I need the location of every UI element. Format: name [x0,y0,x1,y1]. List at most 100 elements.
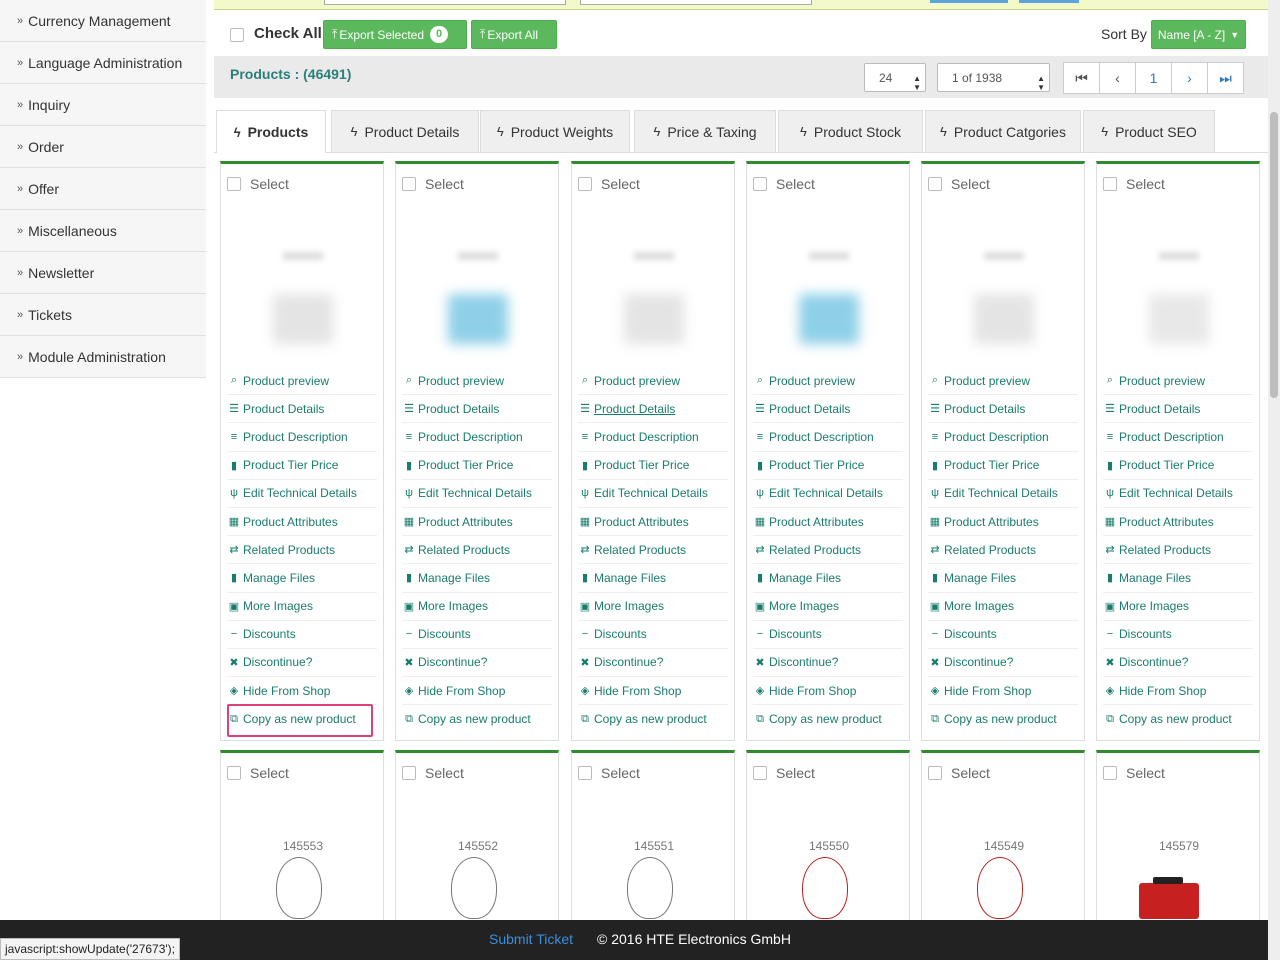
card-action-link[interactable]: ✖ Discontinue? [1103,649,1253,678]
card-action-link[interactable]: ◈ Hide From Shop [1103,677,1253,706]
card-action-link[interactable]: ☰ Product Details [227,395,377,424]
select-checkbox[interactable] [1103,177,1117,191]
sidebar-item[interactable]: » Currency Management [0,0,206,42]
card-action-link[interactable]: ⇄ Related Products [227,536,377,565]
card-action-link[interactable]: ⇄ Related Products [402,536,552,565]
card-action-link[interactable]: − Discounts [227,621,377,649]
first-page-button[interactable]: ⏮ [1063,62,1100,94]
page-number[interactable]: 1 [1135,62,1172,94]
card-action-link[interactable]: ⌕ Product preview [227,367,377,396]
card-action-link[interactable]: ▮ Product Tier Price [1103,452,1253,480]
card-action-link[interactable]: ▣ More Images [227,593,377,621]
card-action-link[interactable]: ◈ Hide From Shop [402,677,552,706]
select-checkbox[interactable] [753,177,767,191]
card-action-link[interactable]: ▣ More Images [578,593,728,621]
filter-input-2[interactable] [580,0,812,5]
card-action-link[interactable]: ▮ Product Tier Price [578,452,728,480]
card-action-link[interactable]: ⌕ Product preview [1103,367,1253,396]
card-action-link[interactable]: ▦ Product Attributes [402,508,552,537]
sidebar-item[interactable]: » Newsletter [0,252,206,294]
card-action-link[interactable]: ψ Edit Technical Details [578,480,728,508]
card-action-link[interactable]: ▦ Product Attributes [753,508,903,537]
select-checkbox[interactable] [1103,766,1117,780]
card-action-link[interactable]: ⇄ Related Products [753,536,903,565]
card-action-link[interactable]: ≡ Product Description [402,423,552,452]
sort-dropdown[interactable]: Name [A - Z] ▼ [1151,20,1246,49]
card-action-link[interactable]: ▮ Product Tier Price [928,452,1078,480]
tab[interactable]: ϟ Product Details [331,110,479,152]
card-action-link[interactable]: ▦ Product Attributes [1103,508,1253,537]
card-action-link[interactable]: ≡ Product Description [753,423,903,452]
check-all-checkbox[interactable] [230,28,244,42]
card-action-link[interactable]: ⌕ Product preview [753,367,903,396]
card-action-link[interactable]: ▦ Product Attributes [928,508,1078,537]
sidebar-item[interactable]: » Language Administration [0,42,206,84]
card-action-link[interactable]: ☰ Product Details [753,395,903,424]
prev-page-button[interactable]: ‹ [1099,62,1136,94]
card-action-link[interactable]: ≡ Product Description [1103,423,1253,452]
card-action-link[interactable]: ◈ Hide From Shop [578,677,728,706]
card-action-link[interactable]: ▣ More Images [402,593,552,621]
tab[interactable]: ϟ Product SEO [1083,110,1215,152]
card-action-link[interactable]: ▮ Product Tier Price [402,452,552,480]
card-action-link[interactable]: − Discounts [578,621,728,649]
card-action-link[interactable]: ⧉ Copy as new product [753,705,903,733]
card-action-link[interactable]: ⧉ Copy as new product [1103,705,1253,733]
card-action-link[interactable]: ▮ Product Tier Price [753,452,903,480]
card-action-link[interactable]: ◈ Hide From Shop [227,677,377,706]
card-action-link[interactable]: ▮ Manage Files [578,564,728,593]
card-action-link[interactable]: ◈ Hide From Shop [753,677,903,706]
select-checkbox[interactable] [928,766,942,780]
card-action-link[interactable]: ψ Edit Technical Details [1103,480,1253,508]
select-checkbox[interactable] [578,177,592,191]
card-action-link[interactable]: ⌕ Product preview [928,367,1078,396]
card-action-link[interactable]: ⧉ Copy as new product [578,705,728,733]
tab[interactable]: ϟ Price & Taxing [634,110,776,152]
card-action-link[interactable]: ⌕ Product preview [578,367,728,396]
sidebar-item[interactable]: » Tickets [0,294,206,336]
card-action-link[interactable]: ▣ More Images [753,593,903,621]
card-action-link[interactable]: ▣ More Images [928,593,1078,621]
card-action-link[interactable]: ⇄ Related Products [1103,536,1253,565]
card-action-link[interactable]: ≡ Product Description [928,423,1078,452]
filter-button-1[interactable] [930,0,1008,3]
card-action-link[interactable]: ≡ Product Description [227,423,377,452]
card-action-link[interactable]: ▮ Manage Files [753,564,903,593]
tab[interactable]: ϟ Products [216,110,326,153]
sidebar-item[interactable]: » Order [0,126,206,168]
card-action-link[interactable]: ▣ More Images [1103,593,1253,621]
card-action-link[interactable]: ≡ Product Description [578,423,728,452]
last-page-button[interactable]: ⏭ [1207,62,1244,94]
scrollbar-thumb[interactable] [1270,112,1278,398]
export-selected-button[interactable]: ⤒ Export Selected 0 [323,20,467,49]
card-action-link[interactable]: ☰ Product Details [1103,395,1253,424]
sidebar-item[interactable]: » Inquiry [0,84,206,126]
card-action-link[interactable]: ⇄ Related Products [578,536,728,565]
card-action-link[interactable]: ψ Edit Technical Details [402,480,552,508]
card-action-link[interactable]: ▮ Manage Files [928,564,1078,593]
card-action-link[interactable]: ✖ Discontinue? [578,649,728,678]
tab[interactable]: ϟ Product Stock [778,110,923,152]
tab[interactable]: ϟ Product Weights [480,110,630,152]
card-action-link[interactable]: ψ Edit Technical Details [928,480,1078,508]
submit-ticket-link[interactable]: Submit Ticket [489,931,573,947]
card-action-link[interactable]: ▮ Manage Files [227,564,377,593]
card-action-link[interactable]: ✖ Discontinue? [227,649,377,678]
card-action-link[interactable]: ▮ Product Tier Price [227,452,377,480]
card-action-link[interactable]: ▦ Product Attributes [227,508,377,537]
card-action-link[interactable]: ψ Edit Technical Details [753,480,903,508]
sidebar-item[interactable]: » Miscellaneous [0,210,206,252]
page-select[interactable]: 1 of 1938 ▲ ▼ [937,63,1050,92]
card-action-link[interactable]: ◈ Hide From Shop [928,677,1078,706]
card-action-link[interactable]: − Discounts [928,621,1078,649]
card-action-link[interactable]: ☰ Product Details [928,395,1078,424]
card-action-link[interactable]: ✖ Discontinue? [402,649,552,678]
page-scrollbar[interactable] [1268,0,1280,960]
card-action-link[interactable]: ☰ Product Details [402,395,552,424]
card-action-link[interactable]: ⇄ Related Products [928,536,1078,565]
card-action-link[interactable]: − Discounts [753,621,903,649]
select-checkbox[interactable] [753,766,767,780]
card-action-link[interactable]: ⌕ Product preview [402,367,552,396]
card-action-link[interactable]: ⧉ Copy as new product [402,705,552,733]
filter-button-2[interactable] [1019,0,1079,3]
